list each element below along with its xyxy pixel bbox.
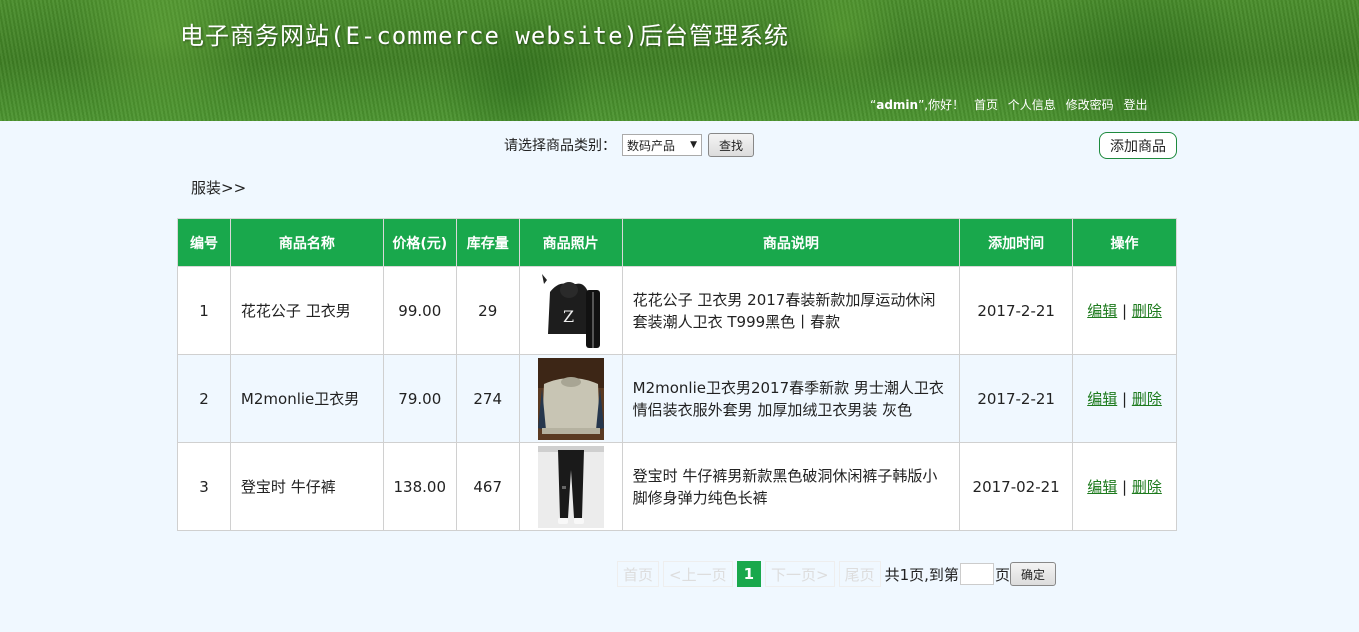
cell-date: 2017-2-21 <box>959 354 1074 443</box>
user-nav: “admin”,你好！ 首页 个人信息 修改密码 登出 <box>870 98 1148 112</box>
category-select[interactable]: 数码产品 ▼ <box>622 134 702 156</box>
add-product-button[interactable]: 添加商品 <box>1099 132 1177 159</box>
col-header-id: 编号 <box>177 218 231 267</box>
nav-home-link[interactable]: 首页 <box>974 98 998 112</box>
page-suffix: 页 <box>994 565 1010 584</box>
product-image-jeans <box>537 445 604 528</box>
cell-date: 2017-2-21 <box>959 266 1074 355</box>
cell-id: 2 <box>177 354 231 443</box>
cell-date: 2017-02-21 <box>959 442 1074 531</box>
product-image-hoodie-set: Z <box>537 269 604 352</box>
product-table: 编号 商品名称 价格(元) 库存量 商品照片 商品说明 添加时间 操作 1 花花… <box>177 218 1177 531</box>
first-page-link[interactable]: 首页 <box>617 561 660 587</box>
col-header-stock: 库存量 <box>455 218 520 267</box>
cell-photo <box>518 354 623 443</box>
greeting: ,你好！ <box>924 98 965 112</box>
header-banner: 电子商务网站(E-commerce website)后台管理系统 “admin”… <box>0 0 1359 121</box>
chevron-down-icon: ▼ <box>690 140 697 150</box>
cell-name: 登宝时 牛仔裤 <box>229 442 384 531</box>
delete-link[interactable]: 删除 <box>1132 302 1162 320</box>
cell-price: 79.00 <box>382 354 457 443</box>
cell-price: 138.00 <box>382 442 457 531</box>
cell-name: M2monlie卫衣男 <box>229 354 384 443</box>
confirm-button[interactable]: 确定 <box>1009 562 1056 586</box>
col-header-description: 商品说明 <box>621 218 961 267</box>
breadcrumb: 服装>> <box>191 179 247 197</box>
last-page-link[interactable]: 尾页 <box>838 561 881 587</box>
cell-name: 花花公子 卫衣男 <box>229 266 384 355</box>
cell-stock: 274 <box>455 354 520 443</box>
product-image-sweatshirt <box>537 357 604 440</box>
table-row: 2 M2monlie卫衣男 79.00 274 M2monlie卫衣男2017春… <box>177 354 1177 443</box>
cell-description: M2monlie卫衣男2017春季新款 男士潮人卫衣情侣装衣服外套男 加厚加绒卫… <box>621 354 961 443</box>
cell-id: 3 <box>177 442 231 531</box>
user-name: admin <box>876 98 919 112</box>
cell-stock: 467 <box>455 442 520 531</box>
table-row: 1 花花公子 卫衣男 99.00 29 Z 花花公子 卫衣男 2017春装新款加… <box>177 266 1177 355</box>
cell-actions: 编辑 | 删除 <box>1072 354 1177 443</box>
cell-id: 1 <box>177 266 231 355</box>
current-page[interactable]: 1 <box>736 561 762 587</box>
cell-description: 花花公子 卫衣男 2017春装新款加厚运动休闲套装潮人卫衣 T999黑色丨春款 <box>621 266 961 355</box>
prev-page-link[interactable]: <上一页 <box>663 561 733 587</box>
cell-actions: 编辑 | 删除 <box>1072 266 1177 355</box>
search-button[interactable]: 查找 <box>708 133 755 157</box>
site-title: 电子商务网站(E-commerce website)后台管理系统 <box>180 22 789 50</box>
nav-logout-link[interactable]: 登出 <box>1123 98 1147 112</box>
svg-text:Z: Z <box>563 307 574 326</box>
cell-photo <box>518 442 623 531</box>
nav-change-password-link[interactable]: 修改密码 <box>1066 98 1114 112</box>
delete-link[interactable]: 删除 <box>1132 478 1162 496</box>
category-selected: 数码产品 <box>627 138 676 153</box>
edit-link[interactable]: 编辑 <box>1087 302 1117 320</box>
col-header-price: 价格(元) <box>382 218 457 267</box>
edit-link[interactable]: 编辑 <box>1087 390 1117 408</box>
col-header-photo: 商品照片 <box>518 218 623 267</box>
table-row: 3 登宝时 牛仔裤 138.00 467 登宝时 牛仔裤男新款黑色破洞休闲裤子韩… <box>177 442 1177 531</box>
delete-link[interactable]: 删除 <box>1132 390 1162 408</box>
category-filter: 请选择商品类别： 数码产品 ▼ 查找 <box>504 132 755 158</box>
cell-actions: 编辑 | 删除 <box>1072 442 1177 531</box>
next-page-link[interactable]: 下一页> <box>765 561 835 587</box>
total-pages-text: 共1页,到第 <box>884 565 959 584</box>
cell-price: 99.00 <box>382 266 457 355</box>
nav-profile-link[interactable]: 个人信息 <box>1008 98 1056 112</box>
pagination: 首页 <上一页 1 下一页> 尾页 共1页,到第 页 确定 <box>617 561 1056 587</box>
col-header-actions: 操作 <box>1072 218 1177 267</box>
table-header-row: 编号 商品名称 价格(元) 库存量 商品照片 商品说明 添加时间 操作 <box>177 218 1177 267</box>
cell-photo: Z <box>518 266 623 355</box>
edit-link[interactable]: 编辑 <box>1087 478 1117 496</box>
cell-description: 登宝时 牛仔裤男新款黑色破洞休闲裤子韩版小脚修身弹力纯色长裤 <box>621 442 961 531</box>
category-label: 请选择商品类别： <box>504 138 616 154</box>
page-number-input[interactable] <box>959 563 994 585</box>
col-header-name: 商品名称 <box>229 218 384 267</box>
col-header-date: 添加时间 <box>959 218 1074 267</box>
cell-stock: 29 <box>455 266 520 355</box>
